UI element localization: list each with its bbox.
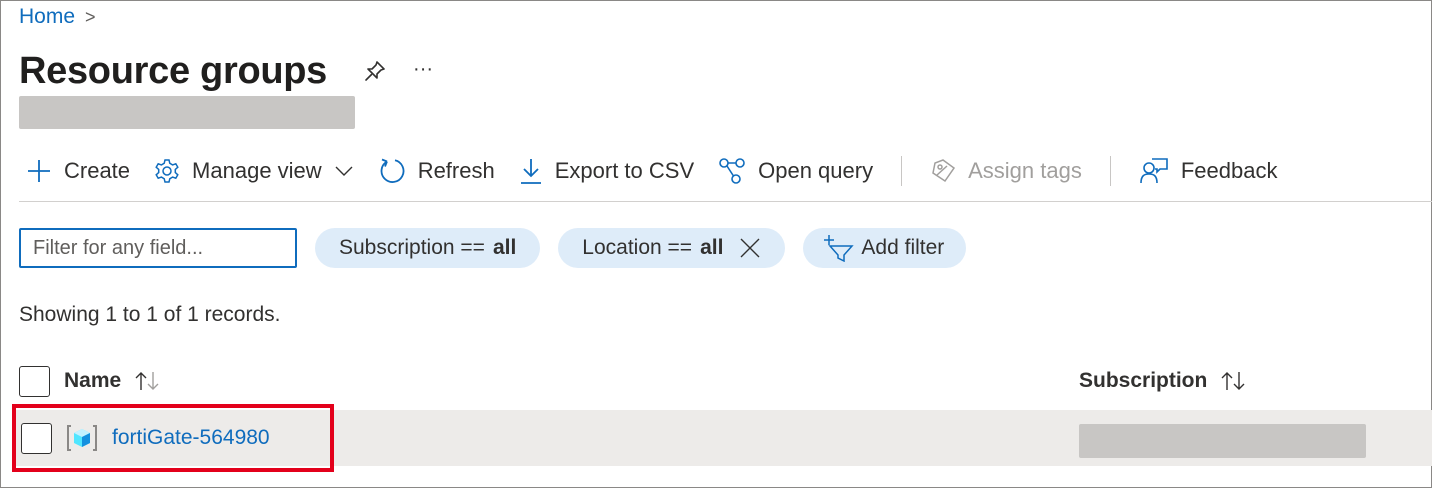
subscription-filter-pill[interactable]: Subscription == all [315, 228, 541, 268]
column-header-name[interactable]: Name [64, 369, 161, 393]
feedback-button[interactable]: Feedback [1139, 157, 1278, 185]
table-header: Name Subscription [19, 364, 1432, 398]
assign-tags-label: Assign tags [968, 158, 1082, 183]
command-bar: Create Manage view Refresh Export to CSV… [26, 150, 1301, 192]
subscription-filter-value: all [492, 236, 517, 259]
redacted-subscription-cell [1079, 424, 1366, 458]
redacted-subtitle [19, 96, 355, 129]
location-filter-label: Location == [582, 236, 693, 259]
refresh-button[interactable]: Refresh [378, 157, 495, 185]
feedback-label: Feedback [1180, 158, 1278, 183]
filter-bar: Subscription == all Location == all Add … [19, 228, 967, 268]
add-filter-button[interactable]: Add filter [803, 228, 967, 268]
close-icon[interactable] [739, 237, 761, 259]
manage-view-button[interactable]: Manage view [154, 158, 354, 184]
refresh-label: Refresh [417, 158, 495, 183]
more-options-button[interactable]: ··· [413, 58, 433, 81]
select-all-checkbox[interactable] [19, 365, 50, 397]
column-name-label: Name [64, 369, 122, 392]
toolbar-divider-line [19, 201, 1432, 202]
breadcrumb-separator: > [85, 6, 96, 27]
gear-icon [155, 159, 179, 183]
toolbar-divider [901, 156, 903, 186]
sort-icon [1219, 370, 1247, 392]
chevron-down-icon [335, 166, 353, 176]
filter-input[interactable] [19, 228, 297, 268]
column-subscription-label: Subscription [1079, 369, 1208, 392]
create-label: Create [64, 158, 131, 183]
location-filter-pill[interactable]: Location == all [558, 228, 786, 268]
open-query-button[interactable]: Open query [718, 157, 873, 185]
export-csv-button[interactable]: Export to CSV [519, 157, 694, 185]
add-filter-label: Add filter [861, 236, 945, 259]
pin-icon[interactable] [363, 59, 387, 88]
query-icon [719, 158, 745, 184]
record-count: Showing 1 to 1 of 1 records. [19, 303, 281, 326]
refresh-icon [380, 158, 405, 183]
open-query-label: Open query [758, 158, 874, 183]
sort-ascending-icon [133, 370, 161, 392]
column-header-subscription[interactable]: Subscription [1079, 369, 1247, 393]
highlight-annotation-box [12, 404, 334, 472]
page-title: Resource groups [19, 50, 328, 92]
subscription-filter-label: Subscription == [339, 236, 485, 259]
manage-view-label: Manage view [192, 158, 322, 183]
tag-icon [932, 159, 956, 183]
download-icon [520, 159, 541, 184]
location-filter-value: all [700, 236, 724, 259]
create-button[interactable]: Create [26, 158, 130, 184]
assign-tags-button[interactable]: Assign tags [930, 158, 1082, 184]
add-filter-icon [824, 235, 855, 262]
breadcrumb: Home > [19, 5, 96, 29]
plus-icon [28, 160, 50, 182]
export-csv-label: Export to CSV [554, 158, 695, 183]
feedback-icon [1140, 158, 1168, 184]
breadcrumb-home-link[interactable]: Home [19, 5, 75, 29]
toolbar-divider-2 [1109, 156, 1111, 186]
title-row: Resource groups ··· [19, 50, 433, 93]
